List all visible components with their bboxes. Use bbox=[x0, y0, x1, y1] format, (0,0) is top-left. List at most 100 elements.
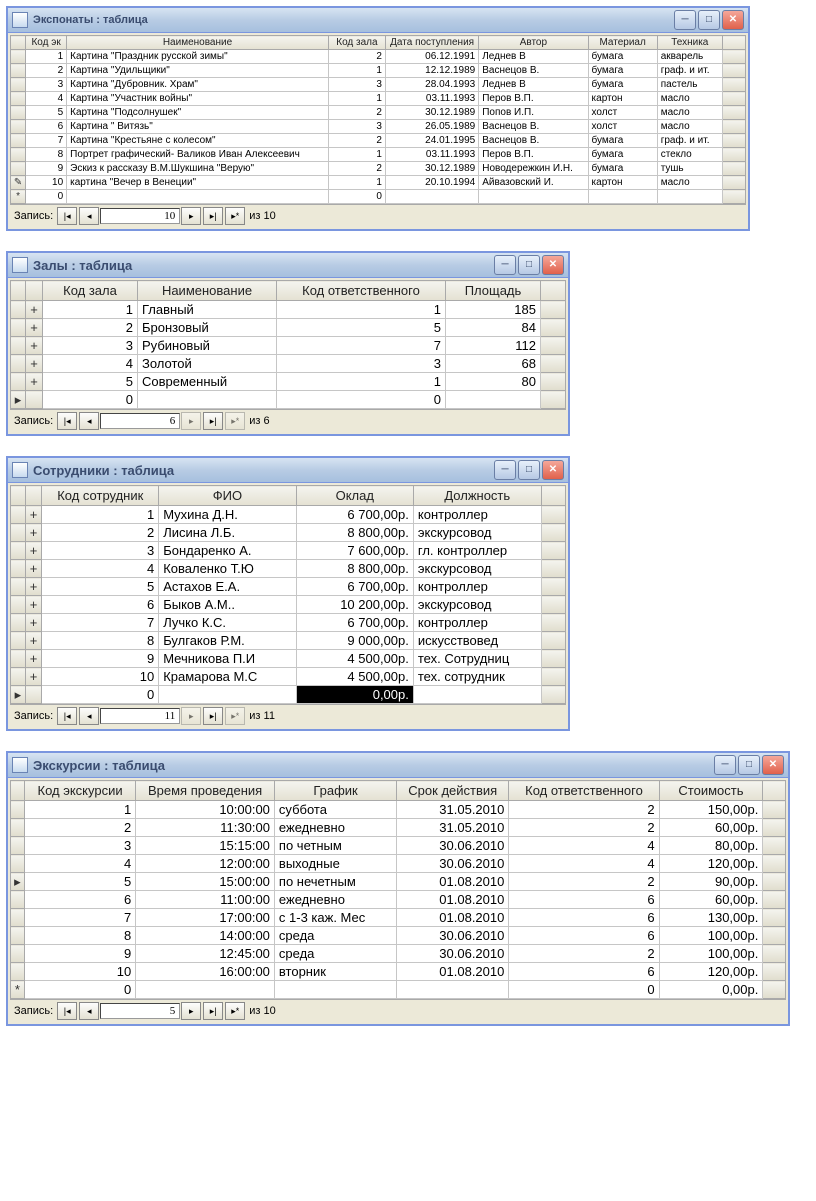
cell[interactable]: среда bbox=[274, 927, 396, 945]
cell[interactable] bbox=[67, 190, 329, 204]
nav-prev-button[interactable]: ◂ bbox=[79, 707, 99, 725]
cell[interactable]: 30.06.2010 bbox=[397, 927, 509, 945]
cell[interactable]: 0 bbox=[277, 391, 446, 409]
cell[interactable]: 2 bbox=[42, 524, 159, 542]
nav-next-button[interactable]: ▸ bbox=[181, 207, 201, 225]
data-grid[interactable]: Код эк Наименование Код зала Дата поступ… bbox=[10, 35, 746, 204]
table-row[interactable]: +2Лисина Л.Б.8 800,00р.экскурсовод bbox=[11, 524, 566, 542]
table-row[interactable]: 1Картина "Праздник русской зимы"206.12.1… bbox=[11, 50, 746, 64]
cell[interactable]: бумага bbox=[588, 162, 657, 176]
nav-new-button[interactable]: ▸* bbox=[225, 1002, 245, 1020]
col-header[interactable]: Код зала bbox=[43, 281, 138, 301]
cell[interactable]: суббота bbox=[274, 801, 396, 819]
cell[interactable]: Крамарова М.С bbox=[159, 668, 296, 686]
cell[interactable] bbox=[274, 981, 396, 999]
cell[interactable]: Новодережкин И.Н. bbox=[479, 162, 588, 176]
cell[interactable]: Перов В.П. bbox=[479, 148, 588, 162]
cell[interactable]: 5 bbox=[42, 578, 159, 596]
cell[interactable]: 6 700,00р. bbox=[296, 578, 413, 596]
cell[interactable]: 30.06.2010 bbox=[397, 837, 509, 855]
cell[interactable]: Картина "Подсолнушек" bbox=[67, 106, 329, 120]
cell[interactable]: Лисина Л.Б. bbox=[159, 524, 296, 542]
cell[interactable]: бумага bbox=[588, 50, 657, 64]
nav-next-button[interactable]: ▸ bbox=[181, 412, 201, 430]
cell[interactable]: Золотой bbox=[138, 355, 277, 373]
cell[interactable]: 2 bbox=[24, 819, 135, 837]
cell[interactable]: Картина "Праздник русской зимы" bbox=[67, 50, 329, 64]
cell[interactable]: 7 600,00р. bbox=[296, 542, 413, 560]
cell[interactable]: 3 bbox=[328, 78, 385, 92]
cell[interactable]: 10 200,00р. bbox=[296, 596, 413, 614]
cell[interactable]: 4 bbox=[509, 855, 659, 873]
cell[interactable]: с 1-3 каж. Мес bbox=[274, 909, 396, 927]
cell[interactable]: 1 bbox=[328, 148, 385, 162]
nav-new-button[interactable]: ▸* bbox=[225, 707, 245, 725]
cell[interactable]: тех. Сотрудниц bbox=[413, 650, 541, 668]
table-row[interactable]: 7Картина "Крестьяне с колесом"224.01.199… bbox=[11, 134, 746, 148]
cell[interactable]: 2 bbox=[328, 50, 385, 64]
table-row[interactable]: 611:00:00ежедневно01.08.2010660,00р. bbox=[11, 891, 786, 909]
cell[interactable]: 4 500,00р. bbox=[296, 650, 413, 668]
table-row[interactable]: +5Астахов Е.А.6 700,00р.контроллер bbox=[11, 578, 566, 596]
cell[interactable]: искусствовед bbox=[413, 632, 541, 650]
cell[interactable]: 03.11.1993 bbox=[385, 148, 478, 162]
cell[interactable]: 6 bbox=[509, 909, 659, 927]
scrollbar-vertical[interactable] bbox=[541, 281, 566, 301]
cell[interactable]: 6 700,00р. bbox=[296, 506, 413, 524]
cell[interactable]: Быков А.М.. bbox=[159, 596, 296, 614]
cell[interactable]: 1 bbox=[24, 801, 135, 819]
table-row[interactable]: ✎10картина "Вечер в Венеции"120.10.1994А… bbox=[11, 176, 746, 190]
cell[interactable] bbox=[138, 391, 277, 409]
cell[interactable]: 6 bbox=[24, 891, 135, 909]
cell[interactable]: 2 bbox=[328, 162, 385, 176]
cell[interactable]: Портрет графический- Валиков Иван Алексе… bbox=[67, 148, 329, 162]
col-header[interactable]: Дата поступления bbox=[385, 36, 478, 50]
nav-last-button[interactable]: ▸| bbox=[203, 707, 223, 725]
cell[interactable]: 84 bbox=[446, 319, 541, 337]
cell[interactable]: Современный bbox=[138, 373, 277, 391]
titlebar[interactable]: Экскурсии : таблица ─ □ ✕ bbox=[8, 753, 788, 778]
cell[interactable]: 3 bbox=[277, 355, 446, 373]
cell[interactable]: 30.06.2010 bbox=[397, 855, 509, 873]
col-header[interactable]: Срок действия bbox=[397, 781, 509, 801]
cell[interactable]: 30.06.2010 bbox=[397, 945, 509, 963]
cell[interactable]: Леднев В bbox=[479, 50, 588, 64]
col-header[interactable]: Должность bbox=[413, 486, 541, 506]
cell[interactable]: 8 800,00р. bbox=[296, 524, 413, 542]
data-grid[interactable]: Код сотрудник ФИО Оклад Должность +1Мухи… bbox=[10, 485, 566, 704]
cell[interactable]: 11:30:00 bbox=[136, 819, 275, 837]
cell[interactable]: 5 bbox=[26, 106, 67, 120]
cell[interactable]: 5 bbox=[24, 873, 135, 891]
nav-next-button[interactable]: ▸ bbox=[181, 707, 201, 725]
cell[interactable] bbox=[397, 981, 509, 999]
cell[interactable]: Бронзовый bbox=[138, 319, 277, 337]
cell[interactable]: Картина "Удильщики" bbox=[67, 64, 329, 78]
cell[interactable]: 60,00р. bbox=[659, 819, 763, 837]
table-row[interactable]: 412:00:00выходные30.06.20104120,00р. bbox=[11, 855, 786, 873]
col-header[interactable]: Наименование bbox=[67, 36, 329, 50]
table-row[interactable]: +2Бронзовый584 bbox=[11, 319, 566, 337]
cell[interactable]: 2 bbox=[328, 106, 385, 120]
cell[interactable]: Рубиновый bbox=[138, 337, 277, 355]
scrollbar-vertical[interactable] bbox=[722, 36, 745, 50]
nav-new-button[interactable]: ▸* bbox=[225, 207, 245, 225]
cell[interactable]: бумага bbox=[588, 78, 657, 92]
nav-last-button[interactable]: ▸| bbox=[203, 412, 223, 430]
cell[interactable]: 68 bbox=[446, 355, 541, 373]
table-row[interactable]: +6Быков А.М..10 200,00р.экскурсовод bbox=[11, 596, 566, 614]
nav-first-button[interactable]: |◂ bbox=[57, 207, 77, 225]
cell[interactable]: 31.05.2010 bbox=[397, 819, 509, 837]
cell[interactable]: 3 bbox=[328, 120, 385, 134]
table-row[interactable]: 315:15:00по четным30.06.2010480,00р. bbox=[11, 837, 786, 855]
table-row[interactable]: +7Лучко К.С.6 700,00р.контроллер bbox=[11, 614, 566, 632]
cell[interactable]: экскурсовод bbox=[413, 560, 541, 578]
cell[interactable]: Мечникова П.И bbox=[159, 650, 296, 668]
cell[interactable]: 0 bbox=[42, 686, 159, 704]
col-header[interactable]: Код зала bbox=[328, 36, 385, 50]
cell[interactable]: Бондаренко А. bbox=[159, 542, 296, 560]
table-row[interactable]: +1Мухина Д.Н.6 700,00р.контроллер bbox=[11, 506, 566, 524]
table-row[interactable]: +3Рубиновый7112 bbox=[11, 337, 566, 355]
table-row-new[interactable]: ▸ 0 0,00р. bbox=[11, 686, 566, 704]
cell[interactable]: 6 bbox=[509, 927, 659, 945]
cell[interactable]: 2 bbox=[509, 873, 659, 891]
